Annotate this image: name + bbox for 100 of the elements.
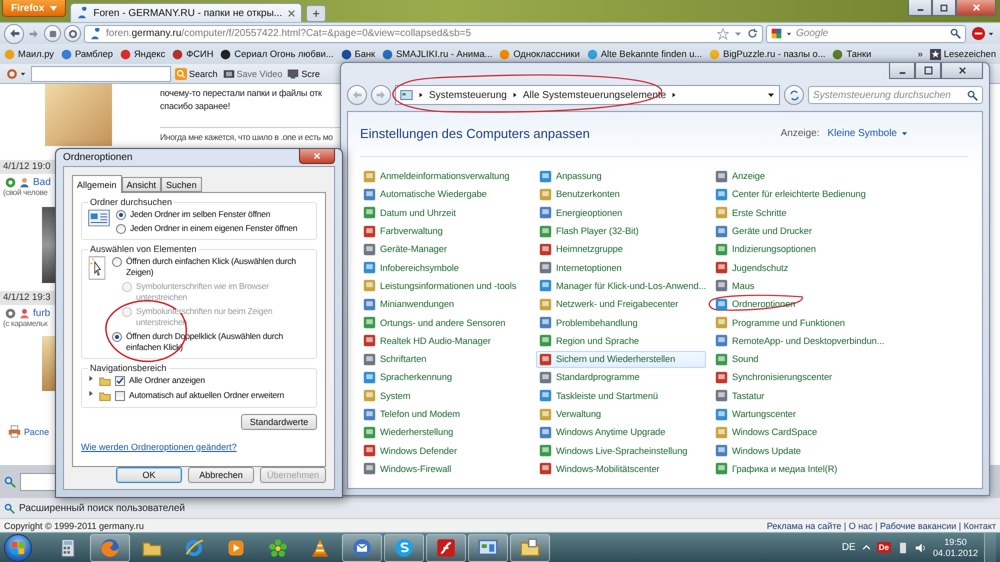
dialog-button[interactable]: OK	[116, 467, 182, 483]
radio-button[interactable]	[112, 332, 122, 342]
bookmark-item[interactable]: BigPuzzle.ru - пазлы о...	[709, 48, 826, 60]
bookmark-item[interactable]: Банк	[340, 48, 376, 60]
control-panel-item[interactable]: Windows Defender	[360, 442, 460, 460]
control-panel-item[interactable]: Infobereichsymbole	[360, 259, 462, 276]
control-panel-item[interactable]: Leistungsinformationen und -tools	[360, 277, 520, 294]
control-panel-item[interactable]: Indizierungsoptionen	[712, 240, 819, 258]
close-button[interactable]	[299, 149, 335, 164]
addon-search-field[interactable]	[31, 66, 171, 82]
control-panel-item[interactable]: Anpassung	[536, 168, 605, 185]
control-panel-item[interactable]: Netzwerk- und Freigabecenter	[536, 296, 682, 313]
play-icon[interactable]	[226, 538, 246, 558]
bookmark-item[interactable]: Маил.ру	[4, 48, 54, 60]
flower-icon[interactable]	[268, 538, 288, 558]
control-panel-item[interactable]: Sichern und Wiederherstellen	[536, 350, 706, 368]
control-panel-item[interactable]: System	[360, 387, 414, 404]
control-panel-item[interactable]: Maus	[712, 277, 758, 294]
control-panel-item[interactable]: Problembehandlung	[536, 314, 641, 332]
back-button[interactable]	[4, 24, 24, 44]
checkbox[interactable]	[115, 391, 125, 401]
advanced-user-search-link[interactable]: Расширенный поиск пользователей	[19, 502, 186, 514]
control-panel-item[interactable]: Wartungscenter	[712, 406, 799, 422]
control-panel-item[interactable]: Energieoptionen	[536, 204, 626, 222]
control-panel-item[interactable]: Windows CardSpace	[712, 424, 820, 441]
refresh-button[interactable]	[784, 85, 804, 105]
close-button[interactable]	[956, 0, 996, 16]
dialog-tab[interactable]: Suchen	[161, 177, 202, 192]
control-panel-item[interactable]: Windows Live-Spracheinstellung	[536, 442, 690, 460]
bookmark-item[interactable]: Alte Bekannte finden u...	[586, 48, 702, 60]
user-link[interactable]: Bad	[33, 177, 51, 188]
control-panel-item[interactable]: Datum und Uhrzeit	[360, 204, 459, 222]
control-panel-item[interactable]: Taskleiste und Startmenü	[536, 387, 661, 404]
maximize-button[interactable]	[932, 0, 956, 16]
chat-bubble-icon[interactable]	[394, 538, 414, 558]
bookmark-item[interactable]: ФСИН	[172, 48, 214, 60]
address-bar[interactable]: foren.germany.ru/computer/f/20557422.html?Cat=&page=0&view=collapsed&sb=5	[84, 24, 763, 42]
folder-icon[interactable]	[520, 538, 540, 558]
language-indicator[interactable]: DE	[842, 542, 856, 553]
control-panel-item[interactable]: Region und Sprache	[536, 332, 642, 350]
taskbar-button[interactable]	[384, 534, 424, 562]
search-input[interactable]: Google	[796, 28, 946, 39]
dialog-button[interactable]: Abbrechen	[188, 467, 254, 483]
control-panel-item[interactable]: Geräte und Drucker	[712, 222, 815, 240]
control-panel-item[interactable]: Telefon und Modem	[360, 406, 463, 422]
taskbar-button[interactable]	[342, 534, 382, 562]
user-link[interactable]: furb	[33, 308, 50, 319]
search-field[interactable]: Google	[766, 24, 966, 42]
addon-toolbar-button[interactable]: Save Video	[222, 64, 284, 82]
control-panel-item[interactable]: Benutzerkonten	[536, 186, 623, 203]
taskbar-button[interactable]	[510, 534, 550, 562]
view-dropdown[interactable]: Kleine Symbole	[828, 128, 968, 138]
control-panel-item[interactable]: Minianwendungen	[360, 296, 457, 313]
minimize-button[interactable]	[908, 0, 932, 16]
addon-toolbar-button[interactable]: Scre	[286, 64, 321, 82]
clock-time[interactable]: 19:50	[944, 536, 967, 548]
bookmarks-menu-button[interactable]: Lesezeichen	[930, 48, 996, 60]
control-panel-item[interactable]: Automatische Wiedergabe	[360, 186, 490, 203]
maximize-button[interactable]	[915, 63, 941, 79]
control-panel-item[interactable]: Tastatur	[712, 387, 768, 404]
control-panel-item[interactable]: Internetoptionen	[536, 259, 625, 276]
breadcrumb-item[interactable]: Systemsteuerung	[429, 90, 507, 100]
bookmark-item[interactable]: Танки	[832, 48, 872, 60]
control-panel-item[interactable]: Flash Player (32-Bit)	[536, 222, 642, 240]
control-panel-item[interactable]: Heimnetzgruppe	[536, 240, 626, 258]
control-panel-item[interactable]: Schriftarten	[360, 350, 430, 368]
control-panel-item[interactable]: Spracherkennung	[360, 368, 455, 386]
ring-icon[interactable]	[184, 538, 204, 558]
radio-button[interactable]	[116, 224, 126, 234]
forward-button[interactable]	[371, 85, 391, 105]
bookmark-item[interactable]: Одноклассники	[499, 48, 580, 60]
footer-links[interactable]: Реклама на сайте | О нас | Рабочие вакансии | Контакт	[766, 520, 996, 530]
calculator-icon[interactable]	[58, 538, 78, 558]
control-panel-item[interactable]: Wiederherstellung	[360, 424, 456, 441]
search-input[interactable]: Systemsteuerung durchsuchen	[813, 90, 963, 100]
bookmark-item[interactable]: SMAJLIKI.ru - Анима...	[382, 48, 492, 60]
new-tab-button[interactable]: +	[306, 5, 326, 22]
control-panel-item[interactable]: Графика и медиа Intel(R)	[712, 460, 840, 478]
taskbar-button[interactable]	[90, 534, 130, 562]
taskbar-button[interactable]	[468, 534, 508, 562]
control-panel-item[interactable]: Windows-Firewall	[360, 460, 454, 478]
control-panel-item[interactable]: Anzeige	[712, 168, 768, 185]
dialog-tab[interactable]: Ansicht	[122, 177, 162, 192]
close-button[interactable]	[941, 63, 983, 79]
search-field[interactable]: Systemsteuerung durchsuchen	[808, 86, 983, 104]
cone-icon[interactable]	[310, 538, 330, 558]
radio-button[interactable]	[112, 257, 122, 267]
envelope-icon[interactable]	[352, 538, 372, 558]
show-desktop-button[interactable]	[984, 532, 996, 562]
taskbar-button[interactable]	[426, 534, 466, 562]
flash-icon[interactable]	[436, 538, 456, 558]
toolbar-button[interactable]	[64, 25, 81, 42]
control-panel-item[interactable]: Verwaltung	[536, 406, 604, 422]
control-panel-item[interactable]: Windows Update	[712, 442, 804, 460]
control-panel-item[interactable]: Erste Schritte	[712, 204, 790, 222]
chevron-up-icon[interactable]	[862, 543, 871, 552]
control-panel-item[interactable]: RemoteApp- und Desktopverbindun...	[712, 332, 888, 350]
control-panel-item[interactable]: Ortungs- und andere Sensoren	[360, 314, 508, 332]
addon-toolbar-button[interactable]: Search	[174, 64, 219, 82]
window-icon[interactable]	[478, 538, 498, 558]
